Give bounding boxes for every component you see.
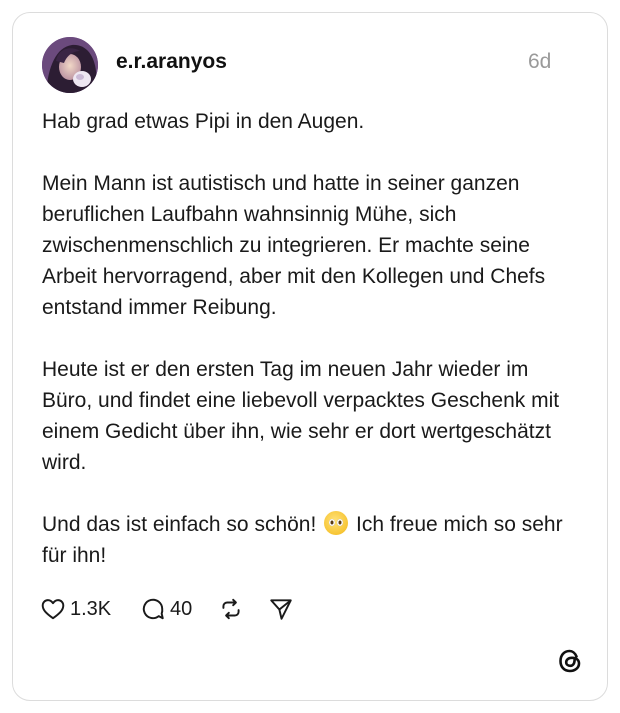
send-icon [268, 596, 294, 622]
reply-count: 40 [170, 597, 193, 620]
repost-button[interactable] [218, 596, 244, 622]
post-paragraph: Hab grad etwas Pipi in den Augen. [42, 110, 365, 133]
post-text-segment: Und das ist einfach so schön! [42, 513, 317, 536]
speech-bubble-icon [140, 596, 166, 622]
like-button[interactable]: 1.3K [40, 596, 111, 622]
username[interactable]: e.r.aranyos [116, 50, 227, 74]
avatar-image [42, 37, 98, 93]
post-paragraph: Und das ist einfach so schön! Ich freue … [42, 509, 572, 571]
share-button[interactable] [268, 596, 294, 622]
repost-icon [218, 596, 244, 622]
like-count: 1.3K [70, 597, 112, 620]
post-paragraph: Heute ist er den ersten Tag im neuen Jah… [42, 358, 560, 474]
avatar[interactable] [42, 37, 98, 93]
heart-icon [40, 596, 66, 622]
post-paragraph: Mein Mann ist autistisch und hatte in se… [42, 172, 546, 319]
threads-logo-icon[interactable] [556, 647, 584, 675]
post-timestamp: 6d [528, 50, 552, 73]
pleading-face-emoji [324, 511, 349, 535]
post-body: Hab grad etwas Pipi in den Augen. Mein M… [42, 106, 572, 571]
reply-button[interactable]: 40 [140, 596, 192, 622]
